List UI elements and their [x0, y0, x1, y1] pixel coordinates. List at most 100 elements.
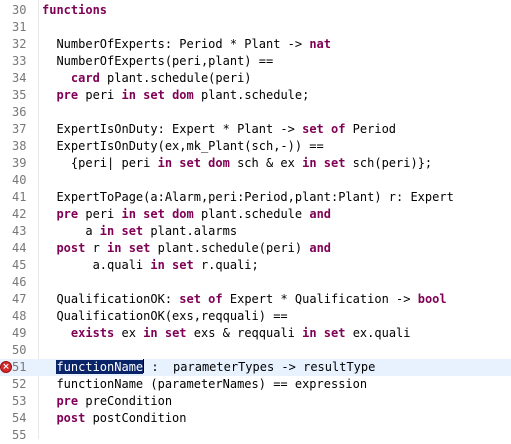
code-token: plant.schedule; — [193, 88, 310, 102]
line-code[interactable]: card plant.schedule(peri) — [42, 70, 252, 87]
code-token: ExpertIsOnDuty: Expert * Plant -> — [42, 122, 303, 136]
keyword-token: in set — [302, 326, 346, 340]
code-token: QualificationOK: — [42, 292, 180, 306]
keyword-token: nat — [309, 37, 331, 51]
line-number: 53 — [12, 394, 27, 408]
line-code[interactable]: post r in set plant.schedule(peri) and — [42, 240, 331, 257]
line-number: 44 — [12, 241, 27, 255]
keyword-token: post — [56, 411, 86, 425]
code-token: QualificationOK(exs,reqquali) == — [42, 309, 288, 323]
line-number: 40 — [12, 173, 27, 187]
keyword-token: pre — [56, 394, 79, 408]
keyword-token: and — [309, 241, 332, 255]
line-code[interactable]: ExpertIsOnDuty: Expert * Plant -> set of… — [42, 121, 396, 138]
code-line[interactable]: 37 ExpertIsOnDuty: Expert * Plant -> set… — [0, 121, 511, 138]
line-code[interactable]: pre peri in set dom plant.schedule and — [42, 206, 331, 223]
keyword-token: in set — [107, 241, 151, 255]
line-code[interactable]: ExpertIsOnDuty(ex,mk_Plant(sch,-)) == — [42, 138, 323, 155]
line-code[interactable]: {peri| peri in set dom sch & ex in set s… — [42, 155, 432, 172]
keyword-token: exists — [70, 326, 115, 340]
keyword-token: in set dom — [121, 207, 194, 221]
code-token: postCondition — [85, 411, 187, 425]
line-code[interactable]: exists ex in set exs & reqquali in set e… — [42, 325, 411, 342]
keyword-token: in set — [302, 156, 346, 170]
code-line[interactable]: 32 NumberOfExperts: Period * Plant -> na… — [0, 36, 511, 53]
code-line[interactable]: 46 — [0, 274, 511, 291]
code-line[interactable]: 43 a in set plant.alarms — [0, 223, 511, 240]
code-line[interactable]: 52 functionName (parameterNames) == expr… — [0, 376, 511, 393]
selected-text: functionName — [56, 360, 144, 374]
line-code[interactable]: QualificationOK(exs,reqquali) == — [42, 308, 288, 325]
code-token: ex.quali — [345, 326, 411, 340]
code-line[interactable]: 54 post postCondition — [0, 410, 511, 427]
code-token: Expert * Qualification -> — [222, 292, 418, 306]
code-line[interactable]: 45 a.quali in set r.quali; — [0, 257, 511, 274]
line-number: 41 — [12, 190, 27, 204]
code-line[interactable]: 49 exists ex in set exs & reqquali in se… — [0, 325, 511, 342]
line-code[interactable]: pre peri in set dom plant.schedule; — [42, 87, 309, 104]
code-line[interactable]: 33 NumberOfExperts(peri,plant) == — [0, 53, 511, 70]
code-token: peri — [78, 207, 122, 221]
code-line[interactable]: 41 ExpertToPage(a:Alarm,peri:Period,plan… — [0, 189, 511, 206]
code-token: plant.schedule(peri) — [150, 241, 310, 255]
line-code[interactable]: pre preCondition — [42, 393, 172, 410]
code-token: plant.alarms — [143, 224, 238, 238]
code-editor[interactable]: 30 functions 31 32 NumberOfExperts: Period … — [0, 0, 511, 442]
keyword-token: in set dom — [121, 88, 194, 102]
code-line[interactable]: 44 post r in set plant.schedule(peri) an… — [0, 240, 511, 257]
line-code[interactable]: functions — [42, 2, 107, 19]
code-token: sch & ex — [229, 156, 303, 170]
code-token: a — [42, 224, 100, 238]
code-token: NumberOfExperts: Period * Plant -> — [42, 37, 310, 51]
line-number: 49 — [12, 326, 27, 340]
line-number: 32 — [12, 37, 27, 51]
code-line[interactable]: 53 pre preCondition — [0, 393, 511, 410]
line-number: 42 — [12, 207, 27, 221]
code-line[interactable]: 31 — [0, 19, 511, 36]
code-line[interactable]: × 51 functionName : parameterTypes -> res… — [0, 359, 511, 376]
code-line[interactable]: 30 functions — [0, 2, 511, 19]
code-line[interactable]: 39 {peri| peri in set dom sch & ex in se… — [0, 155, 511, 172]
line-number: 52 — [12, 377, 27, 391]
line-code[interactable]: functionName (parameterNames) == express… — [42, 376, 367, 393]
code-line[interactable]: 38 ExpertIsOnDuty(ex,mk_Plant(sch,-)) == — [0, 138, 511, 155]
keyword-token: pre — [56, 207, 79, 221]
line-code[interactable]: a in set plant.alarms — [42, 223, 237, 240]
line-number: 46 — [12, 275, 27, 289]
code-token: a.quali — [42, 258, 151, 272]
code-token: NumberOfExperts(peri,plant) == — [42, 54, 274, 68]
code-token: : parameterTypes -> resultType — [144, 360, 376, 374]
code-token: functionName (parameterNames) == express… — [42, 377, 368, 391]
code-token: preCondition — [78, 394, 173, 408]
code-line[interactable]: 47 QualificationOK: set of Expert * Qual… — [0, 291, 511, 308]
keyword-token: functions — [42, 3, 108, 17]
code-line[interactable]: 36 — [0, 104, 511, 121]
code-token: ex — [114, 326, 144, 340]
code-line[interactable]: 42 pre peri in set dom plant.schedule an… — [0, 206, 511, 223]
code-token: plant.schedule(peri) — [99, 71, 252, 85]
code-line[interactable]: 40 — [0, 172, 511, 189]
line-code[interactable]: NumberOfExperts(peri,plant) == — [42, 53, 273, 70]
code-line[interactable]: 34 card plant.schedule(peri) — [0, 70, 511, 87]
line-number: 54 — [12, 411, 27, 425]
line-code[interactable]: functionName : parameterTypes -> resultT… — [42, 359, 375, 376]
line-code[interactable]: post postCondition — [42, 410, 187, 427]
line-code[interactable]: a.quali in set r.quali; — [42, 257, 259, 274]
code-line[interactable]: 50 — [0, 342, 511, 359]
code-line[interactable]: 48 QualificationOK(exs,reqquali) == — [0, 308, 511, 325]
line-number: 50 — [12, 343, 27, 357]
line-code[interactable]: QualificationOK: set of Expert * Qualifi… — [42, 291, 446, 308]
keyword-token: in set — [99, 224, 144, 238]
line-code[interactable]: ExpertToPage(a:Alarm,peri:Period,plant:P… — [42, 189, 453, 206]
code-line[interactable]: 55 — [0, 427, 511, 444]
error-marker-icon[interactable]: × — [0, 361, 12, 373]
code-line[interactable]: 35 pre peri in set dom plant.schedule; — [0, 87, 511, 104]
keyword-token: in set dom — [157, 156, 230, 170]
code-token: r.quali; — [193, 258, 259, 272]
line-code[interactable]: NumberOfExperts: Period * Plant -> nat — [42, 36, 331, 53]
